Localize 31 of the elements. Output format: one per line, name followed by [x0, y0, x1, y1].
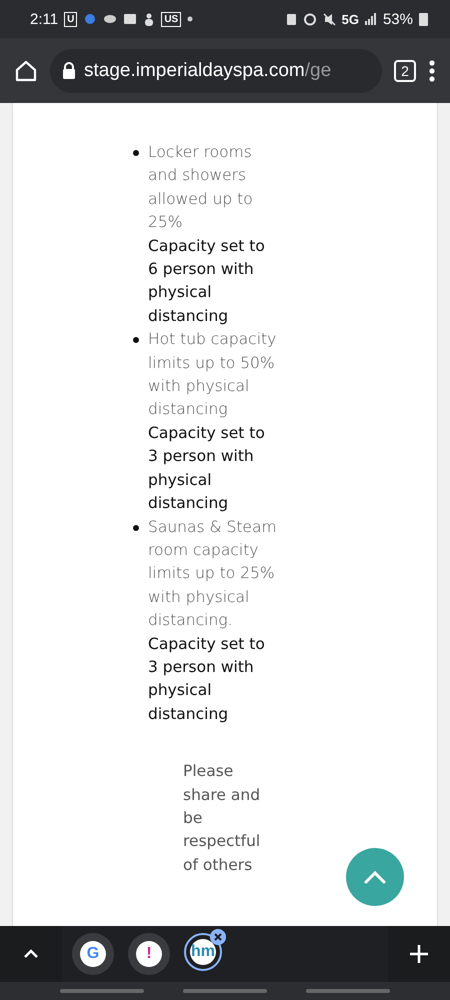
chevron-up-icon: [364, 870, 386, 884]
figure-icon: [143, 12, 156, 26]
app-badge: US: [161, 12, 182, 26]
clock-time: 2:11: [30, 10, 58, 28]
tab-thumbnail[interactable]: !: [128, 933, 170, 975]
capacity-text: Capacity set to 6 person with physical distancing: [148, 236, 266, 327]
signal-icon: [364, 13, 377, 25]
tab-thumbnail[interactable]: G: [72, 933, 114, 975]
bullet-icon: [133, 150, 139, 156]
battery-icon: [419, 12, 428, 26]
lock-icon: [62, 62, 76, 79]
menu-icon[interactable]: [428, 60, 436, 82]
home-icon[interactable]: [14, 58, 38, 82]
bullet-icon: [133, 524, 139, 530]
rule-text: Saunas & Steam room capacity limits up to 25% with physical distancing.: [148, 516, 278, 632]
capacity-text: Capacity set to 3 person with physical distancing: [148, 634, 266, 725]
capacity-text: Capacity set to 3 person with physical distancing: [148, 422, 266, 514]
bullet-icon: [133, 337, 139, 344]
mute-icon: [322, 12, 336, 26]
closing-text: Please share and be respectful of others: [183, 761, 262, 876]
chevron-up-icon[interactable]: [23, 949, 39, 959]
battery-percent: 53%: [382, 10, 413, 28]
app-badge: U: [64, 12, 78, 26]
rule-text: Locker rooms and showers allowed up to 25%: [148, 142, 254, 234]
tab-count-button[interactable]: 2: [394, 60, 416, 82]
plus-icon[interactable]: [410, 945, 428, 963]
close-icon[interactable]: [210, 929, 226, 945]
rule-text: Hot tub capacity limits up to 50% with physical distancing: [148, 329, 278, 420]
dot-icon: [187, 16, 194, 22]
network-label: 5G: [342, 12, 359, 26]
address-bar[interactable]: stage.imperialdayspa.com/ge: [50, 48, 382, 92]
